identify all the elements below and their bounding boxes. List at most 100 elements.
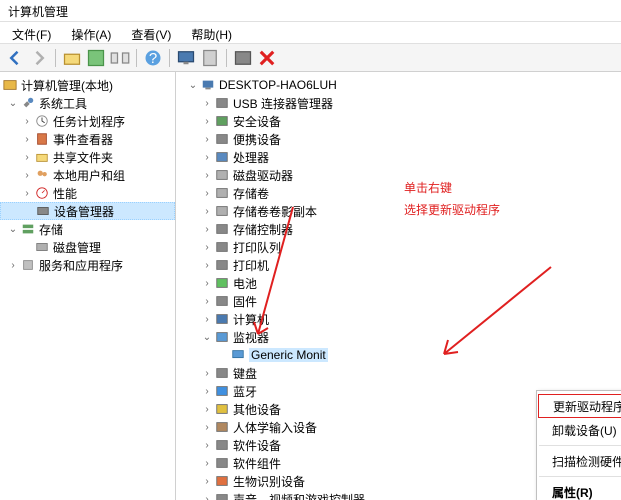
device-icon [214, 491, 230, 500]
devmgr-icon [35, 203, 51, 219]
expand-icon[interactable]: › [6, 258, 20, 272]
users-icon [34, 167, 50, 183]
collapse-icon[interactable]: ⌄ [6, 96, 20, 110]
expand-icon[interactable]: › [200, 186, 214, 200]
expand-icon[interactable]: › [200, 150, 214, 164]
back-button[interactable] [4, 47, 26, 69]
device-category[interactable]: ›安全设备 [176, 112, 621, 130]
expand-icon[interactable]: › [200, 366, 214, 380]
tree-task[interactable]: ›任务计划程序 [0, 112, 175, 130]
ctx-properties[interactable]: 属性(R) [538, 480, 621, 500]
menu-file[interactable]: 文件(F) [4, 24, 59, 41]
props-button[interactable] [109, 47, 131, 69]
expand-icon[interactable]: › [20, 168, 34, 182]
expand-icon[interactable]: › [200, 420, 214, 434]
folder-icon [34, 149, 50, 165]
up-button[interactable] [61, 47, 83, 69]
expand-icon[interactable]: › [200, 204, 214, 218]
services-icon [20, 257, 36, 273]
device-icon [214, 239, 230, 255]
device-category[interactable]: ›USB 连接器管理器 [176, 94, 621, 112]
menu-action[interactable]: 操作(A) [63, 24, 119, 41]
expand-icon[interactable]: › [200, 294, 214, 308]
forward-button[interactable] [28, 47, 50, 69]
show-button[interactable] [85, 47, 107, 69]
device-icon [214, 419, 230, 435]
collapse-icon[interactable]: ⌄ [186, 78, 200, 92]
tree-devmgr[interactable]: 设备管理器 [0, 202, 175, 220]
device-category[interactable]: ›处理器 [176, 148, 621, 166]
expand-icon[interactable]: › [200, 456, 214, 470]
device-icon [214, 401, 230, 417]
computer-icon-btn[interactable] [199, 47, 221, 69]
device-icon [214, 437, 230, 453]
expand-icon[interactable]: › [200, 240, 214, 254]
help2-button[interactable]: ? [142, 47, 164, 69]
device-icon [214, 473, 230, 489]
computer-icon [200, 77, 216, 93]
expand-icon[interactable]: › [200, 474, 214, 488]
menu-view[interactable]: 查看(V) [123, 24, 179, 41]
device-icon [214, 293, 230, 309]
annotation-text: 单击右键 选择更新驱动程序 [404, 177, 500, 221]
expand-icon[interactable]: › [200, 384, 214, 398]
disable-button[interactable] [256, 47, 278, 69]
expand-icon[interactable]: › [200, 222, 214, 236]
expand-icon[interactable]: › [200, 492, 214, 500]
tree-storage[interactable]: ⌄存储 [0, 220, 175, 238]
expand-icon[interactable]: › [200, 168, 214, 182]
expand-icon[interactable]: › [200, 96, 214, 110]
device-category[interactable]: ›打印队列 [176, 238, 621, 256]
ctx-update-driver[interactable]: 更新驱动程序(P) [538, 394, 621, 418]
device-icon [214, 95, 230, 111]
expand-icon[interactable]: › [200, 438, 214, 452]
device-icon [214, 131, 230, 147]
device-category[interactable]: ›便携设备 [176, 130, 621, 148]
tree-perf[interactable]: ›性能 [0, 184, 175, 202]
enable-button[interactable] [232, 47, 254, 69]
tree-systools[interactable]: ⌄系统工具 [0, 94, 175, 112]
device-icon [214, 257, 230, 273]
expand-icon[interactable]: › [200, 258, 214, 272]
expand-icon[interactable]: › [200, 276, 214, 290]
context-menu: 更新驱动程序(P) 卸载设备(U) 扫描检测硬件改动(A) 属性(R) [536, 390, 621, 500]
toolbar: ? [0, 44, 621, 72]
disk-icon [34, 239, 50, 255]
right-tree: ⌄DESKTOP-HAO6LUH ›USB 连接器管理器›安全设备›便携设备›处… [176, 72, 621, 500]
menubar: 文件(F) 操作(A) 查看(V) 帮助(H) [0, 22, 621, 44]
expand-icon[interactable]: › [20, 132, 34, 146]
expand-icon[interactable]: › [200, 114, 214, 128]
tree-event[interactable]: ›事件查看器 [0, 130, 175, 148]
device-category[interactable]: ›存储卷 [176, 184, 621, 202]
expand-icon[interactable]: › [200, 402, 214, 416]
device-icon [214, 455, 230, 471]
monitor-icon-btn[interactable] [175, 47, 197, 69]
tree-services[interactable]: ›服务和应用程序 [0, 256, 175, 274]
menu-help[interactable]: 帮助(H) [183, 24, 240, 41]
device-category[interactable]: ›存储控制器 [176, 220, 621, 238]
expand-icon[interactable]: › [20, 150, 34, 164]
storage-icon [20, 221, 36, 237]
device-category[interactable]: ›存储卷卷影副本 [176, 202, 621, 220]
device-category[interactable]: ›键盘 [176, 364, 621, 382]
device-icon [214, 167, 230, 183]
expand-icon[interactable]: › [200, 312, 214, 326]
expand-icon[interactable]: › [20, 186, 34, 200]
svg-text:?: ? [149, 50, 157, 67]
collapse-icon[interactable]: ⌄ [6, 222, 20, 236]
annotation-arrow-right [436, 262, 556, 362]
expand-icon[interactable]: › [20, 114, 34, 128]
device-icon [214, 275, 230, 291]
device-icon [214, 203, 230, 219]
event-icon [34, 131, 50, 147]
device-root[interactable]: ⌄DESKTOP-HAO6LUH [176, 76, 621, 94]
tree-disk[interactable]: 磁盘管理 [0, 238, 175, 256]
tree-share[interactable]: ›共享文件夹 [0, 148, 175, 166]
device-category[interactable]: ›磁盘驱动器 [176, 166, 621, 184]
tree-users[interactable]: ›本地用户和组 [0, 166, 175, 184]
ctx-uninstall[interactable]: 卸载设备(U) [538, 418, 621, 442]
tree-root[interactable]: 计算机管理(本地) [0, 76, 175, 94]
expand-icon[interactable]: › [200, 132, 214, 146]
ctx-scan[interactable]: 扫描检测硬件改动(A) [538, 449, 621, 473]
expand-icon[interactable]: ⌄ [200, 330, 214, 344]
